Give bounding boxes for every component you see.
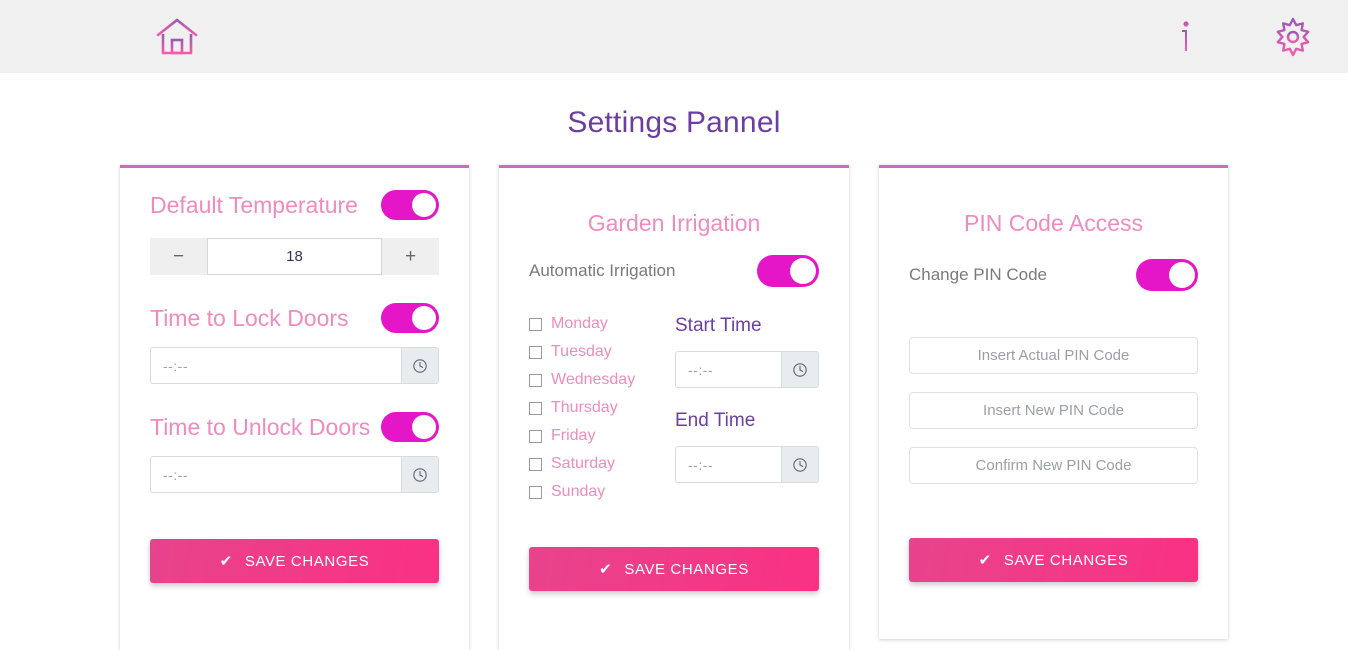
settings-cards-row: Default Temperature − 18 + Time to Lock …	[0, 165, 1348, 650]
list-item[interactable]: Sunday	[529, 483, 655, 501]
temperature-increment-button[interactable]: +	[382, 238, 439, 275]
temperature-stepper: − 18 +	[150, 238, 439, 275]
irrigation-schedule: Monday Tuesday Wednesday Thursday Friday	[529, 315, 819, 511]
check-icon: ✔	[219, 553, 233, 570]
end-time-field: --:--	[675, 446, 819, 483]
unlock-time-input[interactable]: --:--	[150, 456, 401, 493]
lock-time-clock-icon[interactable]	[401, 347, 439, 384]
hamburger-menu-icon[interactable]	[36, 24, 76, 50]
list-item-label: Sunday	[551, 483, 606, 500]
list-item[interactable]: Monday	[529, 315, 655, 333]
check-icon: ✔	[599, 561, 613, 578]
list-item-label: Friday	[551, 427, 596, 444]
list-item-label: Tuesday	[551, 343, 612, 360]
checkbox-tuesday[interactable]	[529, 345, 542, 359]
save-changes-button-irrigation[interactable]: ✔ SAVE CHANGES	[529, 547, 819, 591]
automatic-irrigation-row: Automatic Irrigation	[529, 255, 819, 287]
lock-time-field: --:--	[150, 347, 439, 384]
toggle-knob	[412, 193, 436, 217]
save-changes-label: SAVE CHANGES	[624, 560, 749, 578]
list-item-label: Saturday	[551, 455, 616, 472]
start-time-clock-icon[interactable]	[781, 351, 819, 388]
check-icon: ✔	[978, 552, 992, 569]
start-time-block: Start Time --:--	[675, 315, 819, 388]
checkbox-sunday[interactable]	[529, 485, 542, 499]
end-time-label: End Time	[675, 410, 756, 431]
start-time-label: Start Time	[675, 315, 762, 336]
unlock-doors-row: Time to Unlock Doors	[150, 412, 439, 442]
checkbox-friday[interactable]	[529, 429, 542, 443]
irrigation-time-group: Start Time --:-- End Time --:--	[669, 315, 819, 511]
time-to-unlock-doors-label: Time to Unlock Doors	[150, 413, 371, 440]
time-to-lock-doors-label: Time to Lock Doors	[150, 304, 349, 331]
save-changes-label: SAVE CHANGES	[244, 552, 370, 570]
info-icon[interactable]	[1173, 16, 1199, 58]
header-right-group	[1173, 15, 1348, 59]
default-temperature-label: Default Temperature	[150, 191, 358, 218]
change-pin-row: Change PIN Code	[909, 259, 1198, 291]
checkbox-wednesday[interactable]	[529, 373, 542, 387]
confirm-pin-input[interactable]	[909, 447, 1198, 484]
list-item[interactable]: Wednesday	[529, 371, 655, 389]
save-changes-label: SAVE CHANGES	[1003, 551, 1129, 569]
temperature-decrement-button[interactable]: −	[150, 238, 207, 275]
save-changes-button-temperature[interactable]: ✔ SAVE CHANGES	[150, 539, 439, 583]
top-header-bar	[0, 0, 1348, 73]
list-item[interactable]: Friday	[529, 427, 655, 445]
list-item[interactable]: Thursday	[529, 399, 655, 417]
toggle-knob	[412, 306, 436, 330]
card-temperature-doors: Default Temperature − 18 + Time to Lock …	[120, 165, 469, 650]
automatic-irrigation-toggle[interactable]	[757, 255, 819, 287]
start-time-field: --:--	[675, 351, 819, 388]
toggle-knob	[1169, 262, 1195, 288]
lock-doors-row: Time to Lock Doors	[150, 303, 439, 333]
list-item[interactable]: Tuesday	[529, 343, 655, 361]
header-left-group	[0, 15, 200, 59]
garden-irrigation-title: Garden Irrigation	[587, 210, 761, 236]
page-title: Settings Pannel	[567, 106, 781, 139]
change-pin-code-label: Change PIN Code	[909, 265, 1047, 284]
home-icon[interactable]	[154, 15, 200, 59]
time-to-unlock-doors-toggle[interactable]	[381, 412, 439, 442]
toggle-knob	[790, 258, 816, 284]
unlock-time-field: --:--	[150, 456, 439, 493]
start-time-input[interactable]: --:--	[675, 351, 781, 388]
list-item[interactable]: Saturday	[529, 455, 655, 473]
new-pin-input[interactable]	[909, 392, 1198, 429]
gear-icon[interactable]	[1271, 15, 1315, 59]
list-item-label: Wednesday	[551, 371, 636, 388]
checkbox-thursday[interactable]	[529, 401, 542, 415]
default-temperature-row: Default Temperature	[150, 190, 439, 220]
change-pin-code-toggle[interactable]	[1136, 259, 1198, 291]
temperature-value[interactable]: 18	[207, 238, 382, 275]
toggle-knob	[412, 415, 436, 439]
end-time-clock-icon[interactable]	[781, 446, 819, 483]
end-time-block: End Time --:--	[675, 410, 819, 483]
automatic-irrigation-label: Automatic Irrigation	[529, 261, 676, 280]
save-changes-button-pin[interactable]: ✔ SAVE CHANGES	[909, 538, 1198, 582]
weekday-checkbox-list: Monday Tuesday Wednesday Thursday Friday	[529, 315, 655, 511]
actual-pin-input[interactable]	[909, 337, 1198, 374]
unlock-time-clock-icon[interactable]	[401, 456, 439, 493]
card-pin-code-access: PIN Code Access Change PIN Code ✔ SAVE C…	[879, 165, 1228, 639]
end-time-input[interactable]: --:--	[675, 446, 781, 483]
checkbox-saturday[interactable]	[529, 457, 542, 471]
time-to-lock-doors-toggle[interactable]	[381, 303, 439, 333]
lock-time-input[interactable]: --:--	[150, 347, 401, 384]
list-item-label: Monday	[551, 315, 608, 332]
list-item-label: Thursday	[551, 399, 618, 416]
card-garden-irrigation: Garden Irrigation Automatic Irrigation M…	[499, 165, 849, 650]
pin-code-access-title: PIN Code Access	[964, 210, 1143, 236]
checkbox-monday[interactable]	[529, 317, 542, 331]
default-temperature-toggle[interactable]	[381, 190, 439, 220]
